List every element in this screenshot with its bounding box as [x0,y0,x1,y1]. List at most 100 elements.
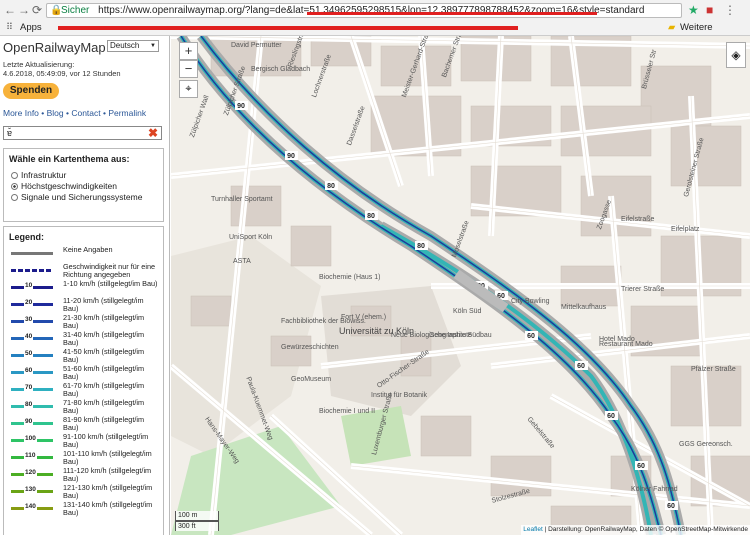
site-logo[interactable]: OpenRailwayMap [3,40,106,55]
speed-label: 90 [287,153,295,160]
legend-item: 110 101-110 km/h (stillgelegt/im Bau) [9,450,158,466]
speed-label: 60 [667,503,675,510]
zoom-out-button[interactable]: − [179,60,198,78]
leaflet-link[interactable]: Leaflet [523,526,543,533]
legend-list: Keine Angaben Geschwindigkeit nur für ein… [9,246,158,517]
legend-number: 40 [24,332,34,341]
chevron-down-icon: ▼ [150,43,156,49]
legend-item: 40 31-40 km/h (stillgelegt/im Bau) [9,331,158,347]
search-input[interactable]: ɐ̌ [3,126,162,140]
legend-line [11,252,53,255]
bookmarks-bar: ⠿ Apps ▰ Weitere Lesezeichen [0,20,750,49]
map-label: Bergisch Gladbach [251,66,311,73]
theme-option-maxspeed[interactable]: Höchstgeschwindigkeiten [11,181,158,191]
legend-swatch: 130 [9,484,55,498]
map-label: GeoMuseum [291,376,332,383]
secure-label: Sicher [61,5,90,16]
info-links: More Info • Blog • Contact • Permalink [3,108,147,118]
legend-text: 41-50 km/h (stillgelegt/im Bau) [63,347,145,364]
layers-icon[interactable]: ◈ [726,42,746,68]
map-label: Gewürzeschichten [281,344,339,351]
radio-selected-icon[interactable] [11,182,18,190]
address-bar[interactable]: 🔒 Sicher https://www.openrailwaymap.org/… [46,3,682,18]
legend-swatch: 40 [9,331,55,345]
language-value: Deutsch [110,41,140,50]
speed-label: 80 [327,183,335,190]
attribution-text: Darstellung: OpenRailwayMap, Daten © Ope… [548,526,748,533]
legend-text: Keine Angaben [63,245,113,254]
link-more-info[interactable]: More Info [3,108,39,118]
speed-label: 80 [417,243,425,250]
map-label: Institut für Botanik [371,392,428,399]
legend-number: 60 [24,366,34,375]
legend-swatch [9,246,55,260]
legend-number: 130 [24,485,37,494]
browser-chrome: ← → ⟳ 🔒 Sicher https://www.openrailwayma… [0,0,750,49]
radio-icon[interactable] [11,193,18,201]
building [670,125,742,187]
legend-swatch [9,263,55,277]
speed-label: 60 [527,333,535,340]
legend-text: 121-130 km/h (stillgelegt/im Bau) [63,483,153,500]
map-label: Biochemie (Haus 1) [319,274,381,281]
legend-item: 30 21-30 km/h (stillgelegt/im Bau) [9,314,158,330]
map-canvas[interactable]: 909080808080606060606060 David Permutter… [171,36,750,535]
language-select[interactable]: Deutsch ▼ [107,40,159,52]
theme-option-infrastructure[interactable]: Infrastruktur [11,170,158,180]
map-label: Pfälzer Straße [691,366,736,373]
speed-label: 80 [367,213,375,220]
sidebar: OpenRailwayMap Deutsch ▼ Letzte Aktualisi… [0,36,170,535]
legend-swatch: 50 [9,348,55,362]
clear-search-icon[interactable]: ✖ [148,126,158,140]
legend-swatch: 80 [9,399,55,413]
theme-option-signals[interactable]: Signale und Sicherungssysteme [11,192,158,202]
map-label: UniSport Köln [229,234,273,241]
speed-label: 60 [577,363,585,370]
apps-icon[interactable]: ⠿ [6,20,13,36]
legend-item: 10 1-10 km/h (stillgelegt/im Bau) [9,280,158,296]
speed-label: 90 [237,103,245,110]
donate-button[interactable]: Spenden [3,83,59,99]
map-label: Mittelkaufhaus [561,304,607,311]
legend-item: 140 131-140 km/h (stillgelegt/im Bau) [9,501,158,517]
update-label: Letzte Aktualisierung: [3,60,75,69]
link-contact[interactable]: Contact [71,108,100,118]
extension-icon[interactable]: ■ [706,3,713,17]
map-label: Köln Süd [453,308,482,315]
apps-link[interactable]: Apps [20,20,42,36]
speed-label: 60 [607,413,615,420]
legend-item: 60 51-60 km/h (stillgelegt/im Bau) [9,365,158,381]
radio-icon[interactable] [11,171,18,179]
map-label: Fort V (ehem.) [341,314,387,321]
map-label: GGS Gereonsch. [679,441,733,448]
legend-number: 80 [24,400,34,409]
theme-selector: Wähle ein Kartenthema aus: Infrastruktur… [3,148,164,222]
back-icon[interactable]: ← [4,3,16,17]
theme-label: Signale und Sicherungssysteme [21,192,143,202]
legend-item: 120 111-120 km/h (stillgelegt/im Bau) [9,467,158,483]
theme-label: Infrastruktur [21,170,67,180]
legend-text: 81-90 km/h (stillgelegt/im Bau) [63,415,145,432]
legend-text: 71-80 km/h (stillgelegt/im Bau) [63,398,145,415]
zoom-in-button[interactable]: + [179,42,198,60]
legend-text: Geschwindigkeit nur für eine Richtung an… [63,262,156,279]
legend-item: 90 81-90 km/h (stillgelegt/im Bau) [9,416,158,432]
forward-icon[interactable]: → [18,3,30,17]
reload-icon[interactable]: ⟳ [32,3,42,17]
attribution: Leaflet | Darstellung: OpenRailwayMap, D… [521,525,750,535]
locate-icon[interactable]: ⌖ [179,80,198,98]
legend-number: 30 [24,315,34,324]
legend-item: Keine Angaben [9,246,158,262]
map-label: Eifelstraße [621,216,655,223]
folder-icon: ▰ [668,22,676,33]
building [230,185,282,227]
menu-icon[interactable]: ⋮ [724,3,736,17]
legend-number: 10 [24,281,34,290]
legend-item: 80 71-80 km/h (stillgelegt/im Bau) [9,399,158,415]
legend-swatch: 30 [9,314,55,328]
link-blog[interactable]: Blog [47,108,64,118]
map-label: Biochemie I und II [319,408,376,415]
bookmark-star-icon[interactable]: ★ [688,3,699,17]
link-permalink[interactable]: Permalink [108,108,146,118]
legend-item: Geschwindigkeit nur für eine Richtung an… [9,263,158,279]
